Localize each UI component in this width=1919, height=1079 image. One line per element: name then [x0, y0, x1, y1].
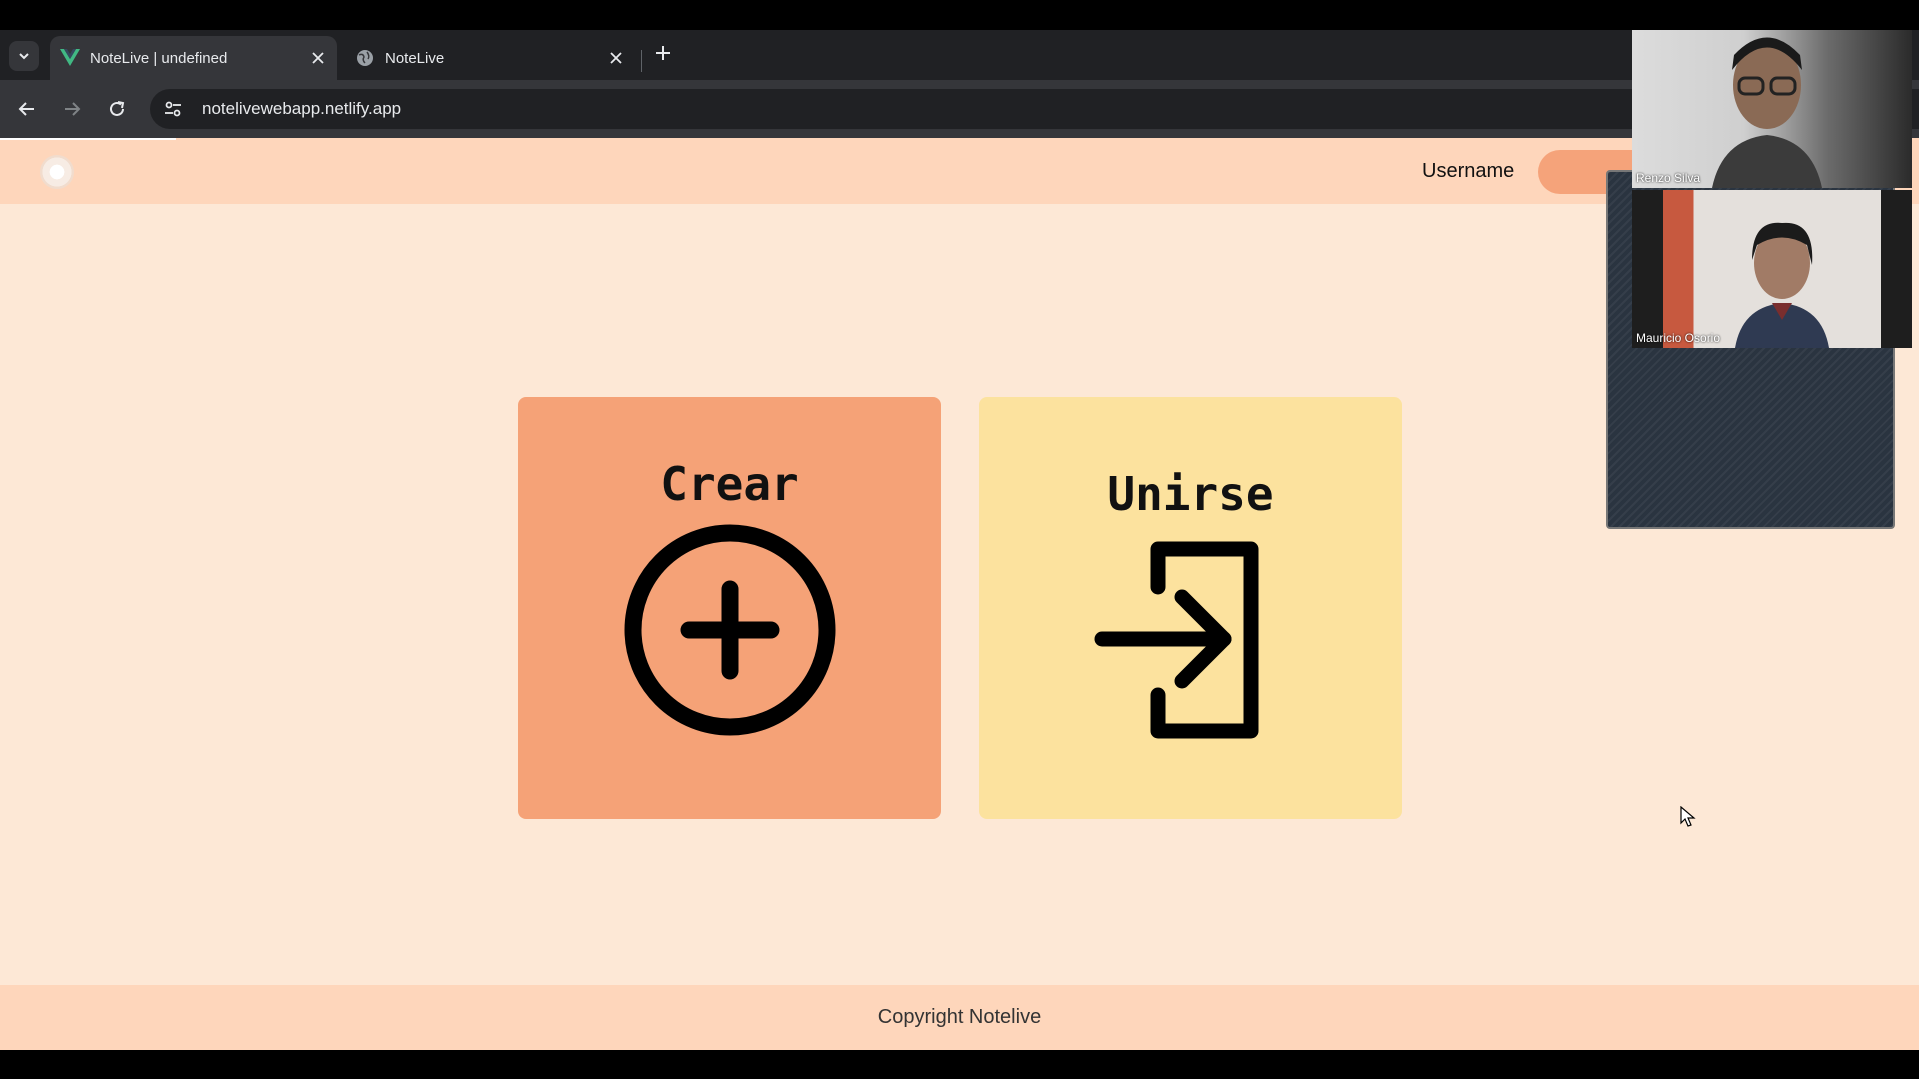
tab-search-button[interactable]	[9, 41, 39, 71]
tab-notelive-undefined[interactable]: NoteLive | undefined	[50, 36, 337, 80]
tab-notelive[interactable]: NoteLive	[345, 36, 635, 80]
vue-logo-icon	[60, 48, 80, 68]
new-tab-button[interactable]	[650, 40, 676, 66]
site-settings-icon[interactable]	[156, 92, 190, 126]
back-button[interactable]	[12, 94, 42, 124]
login-icon	[1094, 541, 1259, 739]
chevron-down-icon	[19, 53, 29, 60]
username-label: Username	[1422, 160, 1515, 182]
crear-card[interactable]: Crear	[518, 397, 941, 819]
tab-title: NoteLive	[385, 49, 445, 67]
mouse-cursor-icon	[1680, 806, 1696, 827]
arrow-right-icon	[65, 102, 81, 116]
bottom-black-bar	[0, 1050, 1919, 1079]
participant-video-silhouette	[1735, 222, 1829, 348]
participant-video-silhouette	[1712, 37, 1822, 188]
url-text: notelivewebapp.netlify.app	[202, 99, 402, 118]
crear-title: Crear	[660, 457, 799, 511]
tab-title: NoteLive | undefined	[90, 49, 228, 67]
reload-icon	[110, 101, 125, 116]
close-tab-icon[interactable]	[305, 45, 331, 71]
globe-icon	[355, 48, 375, 68]
app-logo[interactable]	[40, 155, 74, 189]
reload-button[interactable]	[102, 94, 132, 124]
top-black-bar	[0, 0, 1919, 30]
arrow-left-icon	[18, 102, 34, 116]
participant-name: Renzo Silva	[1636, 171, 1701, 185]
forward-button[interactable]	[57, 94, 87, 124]
unirse-title: Unirse	[1107, 467, 1274, 521]
plus-icon	[656, 46, 670, 60]
tab-separator	[641, 50, 642, 72]
copyright-text: Copyright Notelive	[877, 1006, 1042, 1028]
app-footer: Copyright Notelive	[0, 985, 1919, 1050]
add-circle-icon	[624, 524, 836, 736]
loading-progress-bar	[0, 138, 176, 140]
video-tile-mauricio-osorio[interactable]: Mauricio Osorio	[1632, 190, 1912, 348]
close-tab-icon[interactable]	[603, 45, 629, 71]
participant-name: Mauricio Osorio	[1636, 331, 1721, 345]
unirse-card[interactable]: Unirse	[979, 397, 1402, 819]
video-tile-renzo-silva[interactable]: Renzo Silva	[1632, 30, 1912, 188]
